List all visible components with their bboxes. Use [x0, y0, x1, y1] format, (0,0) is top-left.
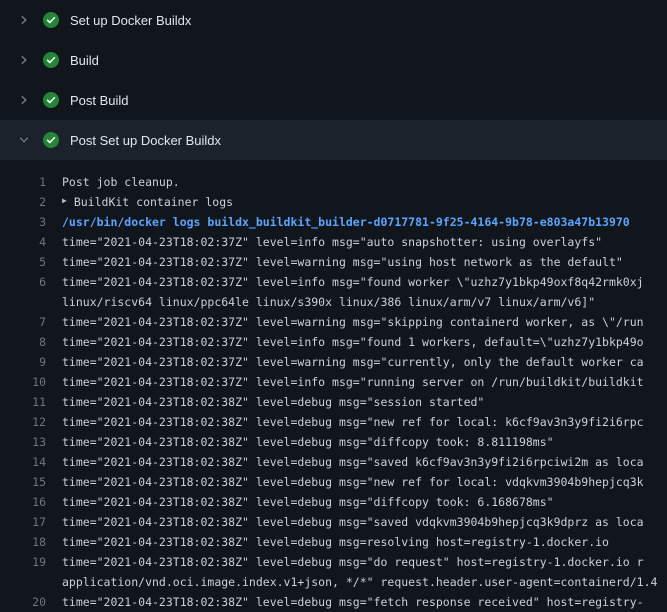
log-line-text: time="2021-04-23T18:02:38Z" level=debug …: [62, 472, 644, 492]
log-line: 14 time="2021-04-23T18:02:38Z" level=deb…: [0, 452, 667, 472]
line-number-link[interactable]: 18: [0, 532, 46, 552]
line-number-link[interactable]: 6: [0, 272, 46, 292]
line-number-link[interactable]: 14: [0, 452, 46, 472]
line-number-link[interactable]: 10: [0, 372, 46, 392]
log-line: 12 time="2021-04-23T18:02:38Z" level=deb…: [0, 412, 667, 432]
command-text[interactable]: /usr/bin/docker logs buildx_buildkit_bui…: [62, 212, 630, 232]
chevron-right-icon: [16, 92, 32, 108]
log-line-text: time="2021-04-23T18:02:38Z" level=debug …: [62, 432, 554, 452]
line-number-link[interactable]: 1: [0, 172, 46, 192]
log-line: 7 time="2021-04-23T18:02:37Z" level=warn…: [0, 312, 667, 332]
log-line-wrap: linux/riscv64 linux/ppc64le linux/s390x …: [0, 292, 667, 312]
log-line-text: time="2021-04-23T18:02:37Z" level=warnin…: [62, 352, 644, 372]
log-line-wrap: application/vnd.oci.image.index.v1+json,…: [0, 572, 667, 592]
log-line-text: time="2021-04-23T18:02:38Z" level=debug …: [62, 492, 554, 512]
line-number-link[interactable]: 2: [0, 192, 46, 212]
log-line: 15 time="2021-04-23T18:02:38Z" level=deb…: [0, 472, 667, 492]
log-line-text: time="2021-04-23T18:02:38Z" level=debug …: [62, 392, 484, 412]
line-number-link[interactable]: 20: [0, 592, 46, 612]
log-line: 10 time="2021-04-23T18:02:37Z" level=inf…: [0, 372, 667, 392]
log-line: 18 time="2021-04-23T18:02:38Z" level=deb…: [0, 532, 667, 552]
log-line-text: time="2021-04-23T18:02:37Z" level=info m…: [62, 232, 602, 252]
log-line: 20 time="2021-04-23T18:02:38Z" level=deb…: [0, 592, 667, 612]
line-number-link[interactable]: 15: [0, 472, 46, 492]
log-line: 11 time="2021-04-23T18:02:38Z" level=deb…: [0, 392, 667, 412]
log-line-text: time="2021-04-23T18:02:38Z" level=debug …: [62, 552, 644, 572]
log-group-line[interactable]: 2 ▶ BuildKit container logs: [0, 192, 667, 212]
step-title: Set up Docker Buildx: [70, 13, 191, 28]
log-line: 16 time="2021-04-23T18:02:38Z" level=deb…: [0, 492, 667, 512]
log-line-text: time="2021-04-23T18:02:37Z" level=info m…: [62, 372, 644, 392]
check-circle-icon: [43, 132, 59, 148]
step-title: Post Build: [70, 93, 129, 108]
line-number-link[interactable]: 9: [0, 352, 46, 372]
step-row-set-up-docker-buildx[interactable]: Set up Docker Buildx: [0, 0, 667, 40]
line-number-link[interactable]: 5: [0, 252, 46, 272]
log-line: 1 Post job cleanup.: [0, 172, 667, 192]
log-line-text: time="2021-04-23T18:02:37Z" level=info m…: [62, 332, 644, 352]
log-line: 9 time="2021-04-23T18:02:37Z" level=warn…: [0, 352, 667, 372]
log-line: 17 time="2021-04-23T18:02:38Z" level=deb…: [0, 512, 667, 532]
line-number-link[interactable]: 4: [0, 232, 46, 252]
log-line-text: time="2021-04-23T18:02:37Z" level=warnin…: [62, 312, 644, 332]
line-number-link: [0, 572, 46, 592]
log-panel: 1 Post job cleanup. 2 ▶ BuildKit contain…: [0, 160, 667, 612]
log-line-text: time="2021-04-23T18:02:38Z" level=debug …: [62, 512, 644, 532]
log-group-title[interactable]: BuildKit container logs: [74, 192, 233, 212]
log-line: 6 time="2021-04-23T18:02:37Z" level=info…: [0, 272, 667, 292]
group-expand-icon[interactable]: ▶: [62, 191, 67, 211]
log-line: 19 time="2021-04-23T18:02:38Z" level=deb…: [0, 552, 667, 572]
line-number-link[interactable]: 16: [0, 492, 46, 512]
log-line: 13 time="2021-04-23T18:02:38Z" level=deb…: [0, 432, 667, 452]
log-line: 8 time="2021-04-23T18:02:37Z" level=info…: [0, 332, 667, 352]
line-number-link[interactable]: 7: [0, 312, 46, 332]
step-title: Post Set up Docker Buildx: [70, 133, 221, 148]
step-row-build[interactable]: Build: [0, 40, 667, 80]
chevron-down-icon: [16, 132, 32, 148]
log-line: 4 time="2021-04-23T18:02:37Z" level=info…: [0, 232, 667, 252]
check-circle-icon: [43, 92, 59, 108]
log-line-text: time="2021-04-23T18:02:37Z" level=warnin…: [62, 252, 623, 272]
line-number-link[interactable]: 19: [0, 552, 46, 572]
steps-panel: Set up Docker Buildx Build Post Build Po…: [0, 0, 667, 160]
chevron-right-icon: [16, 52, 32, 68]
log-line-text: Post job cleanup.: [62, 172, 180, 192]
step-title: Build: [70, 53, 99, 68]
log-line-text: time="2021-04-23T18:02:38Z" level=debug …: [62, 452, 644, 472]
chevron-right-icon: [16, 12, 32, 28]
log-line: 5 time="2021-04-23T18:02:37Z" level=warn…: [0, 252, 667, 272]
line-number-link[interactable]: 11: [0, 392, 46, 412]
step-row-post-set-up-docker-buildx[interactable]: Post Set up Docker Buildx: [0, 120, 667, 160]
log-line-text: linux/riscv64 linux/ppc64le linux/s390x …: [62, 292, 595, 312]
log-line-text: time="2021-04-23T18:02:38Z" level=debug …: [62, 532, 609, 552]
line-number-link[interactable]: 17: [0, 512, 46, 532]
line-number-link[interactable]: 3: [0, 212, 46, 232]
log-line-text: time="2021-04-23T18:02:37Z" level=info m…: [62, 272, 644, 292]
log-line-text: time="2021-04-23T18:02:38Z" level=debug …: [62, 412, 644, 432]
line-number-link: [0, 292, 46, 312]
line-number-link[interactable]: 8: [0, 332, 46, 352]
log-line: 3 /usr/bin/docker logs buildx_buildkit_b…: [0, 212, 667, 232]
step-row-post-build[interactable]: Post Build: [0, 80, 667, 120]
check-circle-icon: [43, 52, 59, 68]
log-line-text: application/vnd.oci.image.index.v1+json,…: [62, 572, 657, 592]
check-circle-icon: [43, 12, 59, 28]
line-number-link[interactable]: 12: [0, 412, 46, 432]
line-number-link[interactable]: 13: [0, 432, 46, 452]
log-line-text: time="2021-04-23T18:02:38Z" level=debug …: [62, 592, 644, 612]
